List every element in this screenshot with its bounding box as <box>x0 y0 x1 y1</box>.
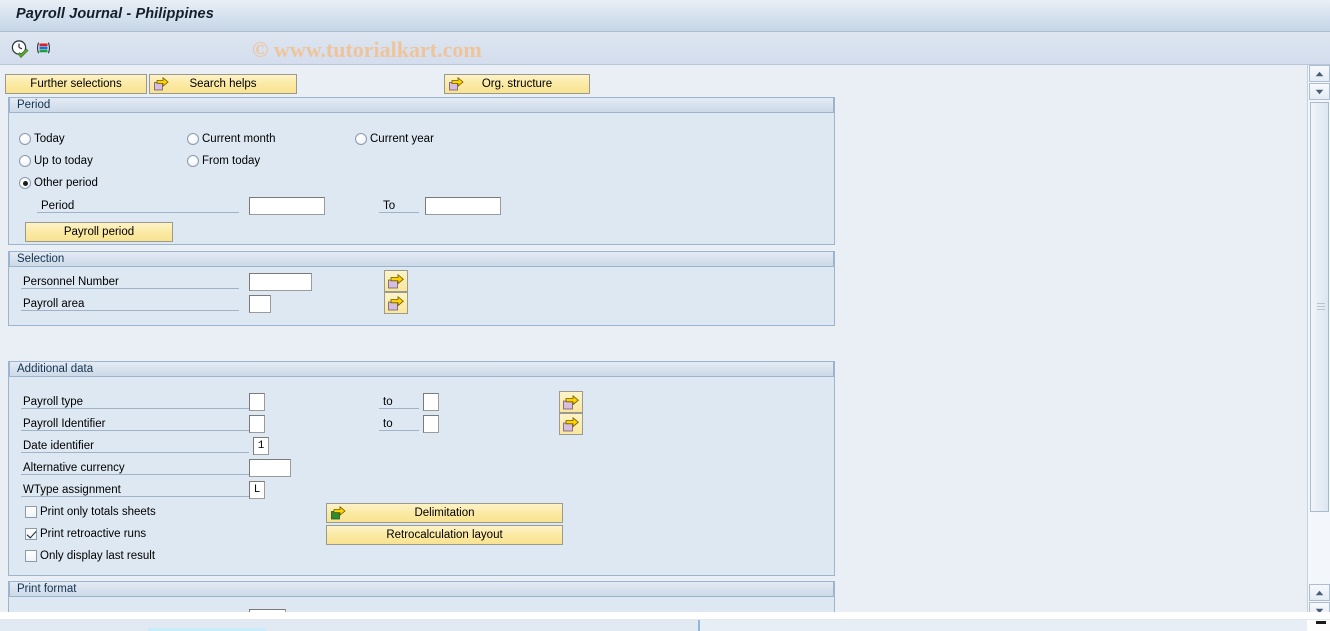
sap-selection-screen: Payroll Journal - Philippines © www.tuto… <box>0 0 1330 631</box>
scroll-up-button[interactable] <box>1309 65 1330 82</box>
wtype-assignment-input[interactable] <box>249 481 265 499</box>
personnel-number-label: Personnel Number <box>23 276 119 288</box>
horizontal-scrollbar-end-mark <box>1316 621 1326 624</box>
chevron-down-icon <box>1315 89 1324 94</box>
additional-data-group-title: Additional data <box>9 361 834 377</box>
radio-circle-icon <box>355 133 367 145</box>
search-helps-button[interactable]: Search helps <box>149 74 297 94</box>
period-to-input[interactable] <box>425 197 501 215</box>
window-title-bar: Payroll Journal - Philippines <box>0 0 1330 32</box>
radio-other-period[interactable]: Other period <box>19 177 98 189</box>
radio-circle-icon <box>19 155 31 167</box>
payroll-type-to-input[interactable] <box>423 393 439 411</box>
personnel-number-input[interactable] <box>249 273 312 291</box>
delimitation-arrow-icon <box>331 505 346 520</box>
radio-current-year[interactable]: Current year <box>355 133 434 145</box>
colored-bars-icon[interactable] <box>34 39 54 59</box>
payroll-area-label: Payroll area <box>23 298 85 310</box>
period-group-body: Today Current month Current year Up to t… <box>9 113 834 244</box>
payroll-type-multi-select-button[interactable] <box>559 391 583 413</box>
horizontal-scrollbar[interactable] <box>0 619 1330 631</box>
checkbox-box-icon <box>25 550 37 562</box>
payroll-type-from-input[interactable] <box>249 393 265 411</box>
checkbox-only-display-last-result[interactable]: Only display last result <box>25 550 155 562</box>
payroll-identifier-label: Payroll Identifier <box>23 418 106 430</box>
payroll-area-multi-select-button[interactable] <box>384 292 408 314</box>
multi-selection-arrow-icon <box>388 273 404 288</box>
checkbox-print-only-totals-sheets[interactable]: Print only totals sheets <box>25 506 156 518</box>
checkbox-print-retroactive-runs[interactable]: Print retroactive runs <box>25 528 146 540</box>
date-identifier-input[interactable] <box>253 437 269 455</box>
delimitation-button[interactable]: Delimitation <box>326 503 563 523</box>
vertical-scrollbar-thumb[interactable] <box>1310 102 1329 512</box>
scrollbar-grip-icon <box>1317 303 1325 311</box>
additional-data-group-body: Payroll type to Payroll Identifier to Da… <box>9 377 834 575</box>
vertical-scrollbar[interactable] <box>1307 65 1330 619</box>
checkbox-label: Only display last result <box>40 550 156 562</box>
alternative-currency-label: Alternative currency <box>23 462 125 474</box>
period-group: Period Today Current month Current year … <box>8 97 835 245</box>
arrow-right-icon <box>154 76 169 91</box>
radio-label: From today <box>202 155 261 167</box>
payroll-type-label: Payroll type <box>23 396 84 408</box>
period-field-label: Period <box>41 200 75 212</box>
period-to-label: To <box>383 200 396 212</box>
date-identifier-label: Date identifier <box>23 440 94 452</box>
alternative-currency-input[interactable] <box>249 459 291 477</box>
radio-label: Other period <box>34 177 98 189</box>
multi-selection-arrow-icon <box>563 394 579 409</box>
chevron-up-icon <box>1315 590 1324 595</box>
selection-screen-content: Further selections Search helps Org. str… <box>0 65 1307 619</box>
status-line <box>0 612 1330 619</box>
checkbox-box-icon <box>25 506 37 518</box>
application-toolbar <box>0 32 1330 65</box>
print-format-group-title: Print format <box>9 581 834 597</box>
payroll-identifier-multi-select-button[interactable] <box>559 413 583 435</box>
payroll-identifier-to-input[interactable] <box>423 415 439 433</box>
radio-circle-icon <box>187 155 199 167</box>
wtype-assignment-label: WType assignment <box>23 484 121 496</box>
radio-up-to-today[interactable]: Up to today <box>19 155 93 167</box>
chevron-up-icon <box>1315 71 1324 76</box>
radio-circle-selected-icon <box>19 177 31 189</box>
scroll-up-button-bottom[interactable] <box>1309 584 1330 601</box>
selection-group: Selection Personnel Number Payroll area <box>8 251 835 326</box>
radio-label: Current month <box>202 133 276 145</box>
radio-label: Today <box>34 133 65 145</box>
multi-selection-arrow-icon <box>388 295 404 310</box>
payroll-period-button[interactable]: Payroll period <box>25 222 173 242</box>
checkbox-checked-icon <box>25 528 37 540</box>
personnel-number-multi-select-button[interactable] <box>384 270 408 292</box>
payroll-area-input[interactable] <box>249 295 271 313</box>
retrocalculation-layout-button[interactable]: Retrocalculation layout <box>326 525 563 545</box>
multi-selection-arrow-icon <box>563 416 579 431</box>
payroll-identifier-from-input[interactable] <box>249 415 265 433</box>
checkbox-label: Print only totals sheets <box>40 506 156 518</box>
org-structure-button[interactable]: Org. structure <box>444 74 590 94</box>
payroll-type-to-label: to <box>383 396 393 408</box>
radio-from-today[interactable]: From today <box>187 155 260 167</box>
radio-circle-icon <box>19 133 31 145</box>
payroll-identifier-to-label: to <box>383 418 393 430</box>
period-group-title: Period <box>9 97 834 113</box>
scroll-down-button-top[interactable] <box>1309 83 1330 100</box>
radio-circle-icon <box>187 133 199 145</box>
radio-label: Current year <box>370 133 434 145</box>
further-selections-button[interactable]: Further selections <box>5 74 147 94</box>
period-from-input[interactable] <box>249 197 325 215</box>
selection-group-title: Selection <box>9 251 834 267</box>
selection-group-body: Personnel Number Payroll area <box>9 267 834 325</box>
radio-today[interactable]: Today <box>19 133 65 145</box>
horizontal-scrollbar-thumb[interactable] <box>0 620 700 631</box>
radio-label: Up to today <box>34 155 93 167</box>
page-title: Payroll Journal - Philippines <box>16 6 214 22</box>
additional-data-group: Additional data Payroll type to Payroll … <box>8 361 835 576</box>
checkbox-label: Print retroactive runs <box>40 528 147 540</box>
radio-current-month[interactable]: Current month <box>187 133 276 145</box>
arrow-right-icon <box>449 76 464 91</box>
clock-check-icon[interactable] <box>10 39 30 59</box>
